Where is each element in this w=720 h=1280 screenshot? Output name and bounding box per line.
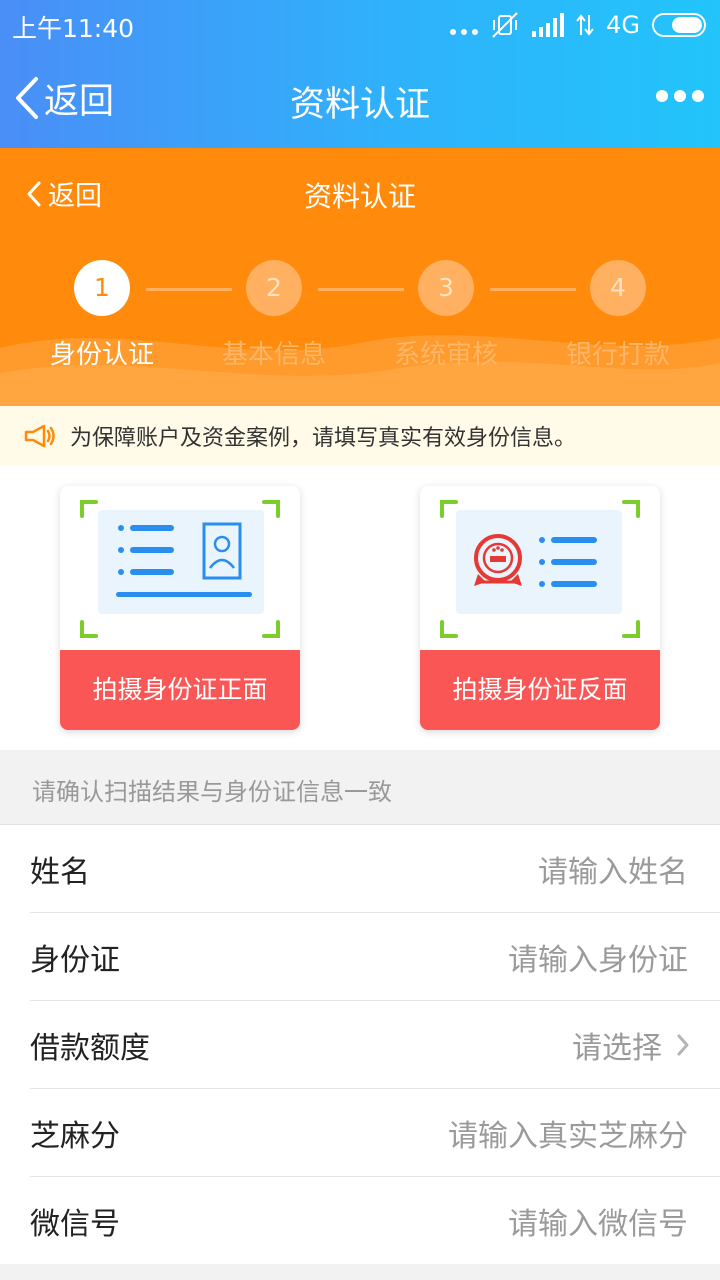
id-number-input[interactable]: 请输入身份证 — [508, 935, 688, 979]
form-row-wechat[interactable]: 微信号 请输入微信号 — [30, 1177, 720, 1265]
capture-front-button[interactable]: 拍摄身份证正面 — [60, 650, 300, 730]
signal-icon — [532, 13, 565, 37]
step-connector — [146, 288, 232, 291]
name-input[interactable]: 请输入姓名 — [538, 847, 688, 891]
more-options-icon[interactable] — [656, 90, 704, 102]
step-2-label: 基本信息 — [221, 340, 326, 370]
loan-amount-label: 借款额度 — [30, 1031, 150, 1066]
top-bar: 上午11:40 4G 返回 资料认证 — [0, 0, 720, 148]
form-row-sesame-score[interactable]: 芝麻分 请输入真实芝麻分 — [30, 1089, 720, 1177]
id-front-card[interactable]: 拍摄身份证正面 — [60, 486, 300, 730]
step-1-label: 身份认证 — [49, 340, 154, 370]
data-transfer-icon — [576, 14, 594, 36]
id-number-label: 身份证 — [30, 943, 120, 978]
page-title: 资料认证 — [289, 85, 430, 125]
notice-bar: 为保障账户及资金案例，请填写真实有效身份信息。 — [0, 406, 720, 466]
mute-vibrate-icon — [492, 12, 518, 38]
id-card-section: 拍摄身份证正面 拍摄身份证反面 — [0, 466, 720, 750]
wechat-input[interactable]: 请输入微信号 — [508, 1199, 688, 1243]
id-back-card[interactable]: 拍摄身份证反面 — [420, 486, 660, 730]
status-icons: 4G — [450, 10, 706, 40]
chevron-right-icon — [677, 1034, 689, 1056]
form-row-id-number[interactable]: 身份证 请输入身份证 — [30, 913, 720, 1001]
megaphone-icon — [24, 424, 55, 448]
step-3-label: 系统审核 — [393, 340, 498, 370]
step-1-circle: 1 — [74, 260, 130, 316]
network-type: 4G — [606, 11, 640, 39]
step-connector — [318, 288, 404, 291]
capture-back-button[interactable]: 拍摄身份证反面 — [420, 650, 660, 730]
step-connector — [490, 288, 576, 291]
sub-title: 资料认证 — [303, 180, 416, 213]
wechat-label: 微信号 — [30, 1207, 120, 1242]
step-3-circle: 3 — [418, 260, 474, 316]
verification-header: 返回 资料认证 1 2 3 4 身份认证 基本信息 系统审核 银行打款 — [0, 148, 720, 406]
step-2-circle: 2 — [246, 260, 302, 316]
sesame-score-input[interactable]: 请输入真实芝麻分 — [448, 1111, 688, 1155]
notice-text: 为保障账户及资金案例，请填写真实有效身份信息。 — [70, 426, 577, 451]
step-4-circle: 4 — [590, 260, 646, 316]
notification-dots-icon — [450, 15, 479, 35]
identity-form: 姓名 请输入姓名 身份证 请输入身份证 借款额度 请选择 芝麻分 请输入真实芝麻… — [0, 824, 720, 1264]
name-label: 姓名 — [30, 855, 90, 890]
sesame-score-label: 芝麻分 — [30, 1119, 120, 1154]
id-front-illustration-icon — [80, 500, 280, 638]
id-back-illustration-icon — [440, 500, 640, 638]
step-4-label: 银行打款 — [565, 340, 670, 370]
bottom-spacer — [0, 1264, 720, 1280]
form-row-loan-amount[interactable]: 借款额度 请选择 — [30, 1001, 720, 1089]
form-hint: 请确认扫描结果与身份证信息一致 — [0, 750, 720, 824]
battery-icon — [652, 13, 706, 37]
app-bar: 返回 资料认证 — [0, 50, 720, 148]
status-bar: 上午11:40 4G — [0, 0, 720, 50]
form-row-name[interactable]: 姓名 请输入姓名 — [30, 825, 720, 913]
step-progress: 1 2 3 4 身份认证 基本信息 系统审核 银行打款 — [0, 260, 720, 370]
status-time: 上午11:40 — [12, 14, 135, 43]
loan-amount-select[interactable]: 请选择 — [572, 1023, 662, 1067]
